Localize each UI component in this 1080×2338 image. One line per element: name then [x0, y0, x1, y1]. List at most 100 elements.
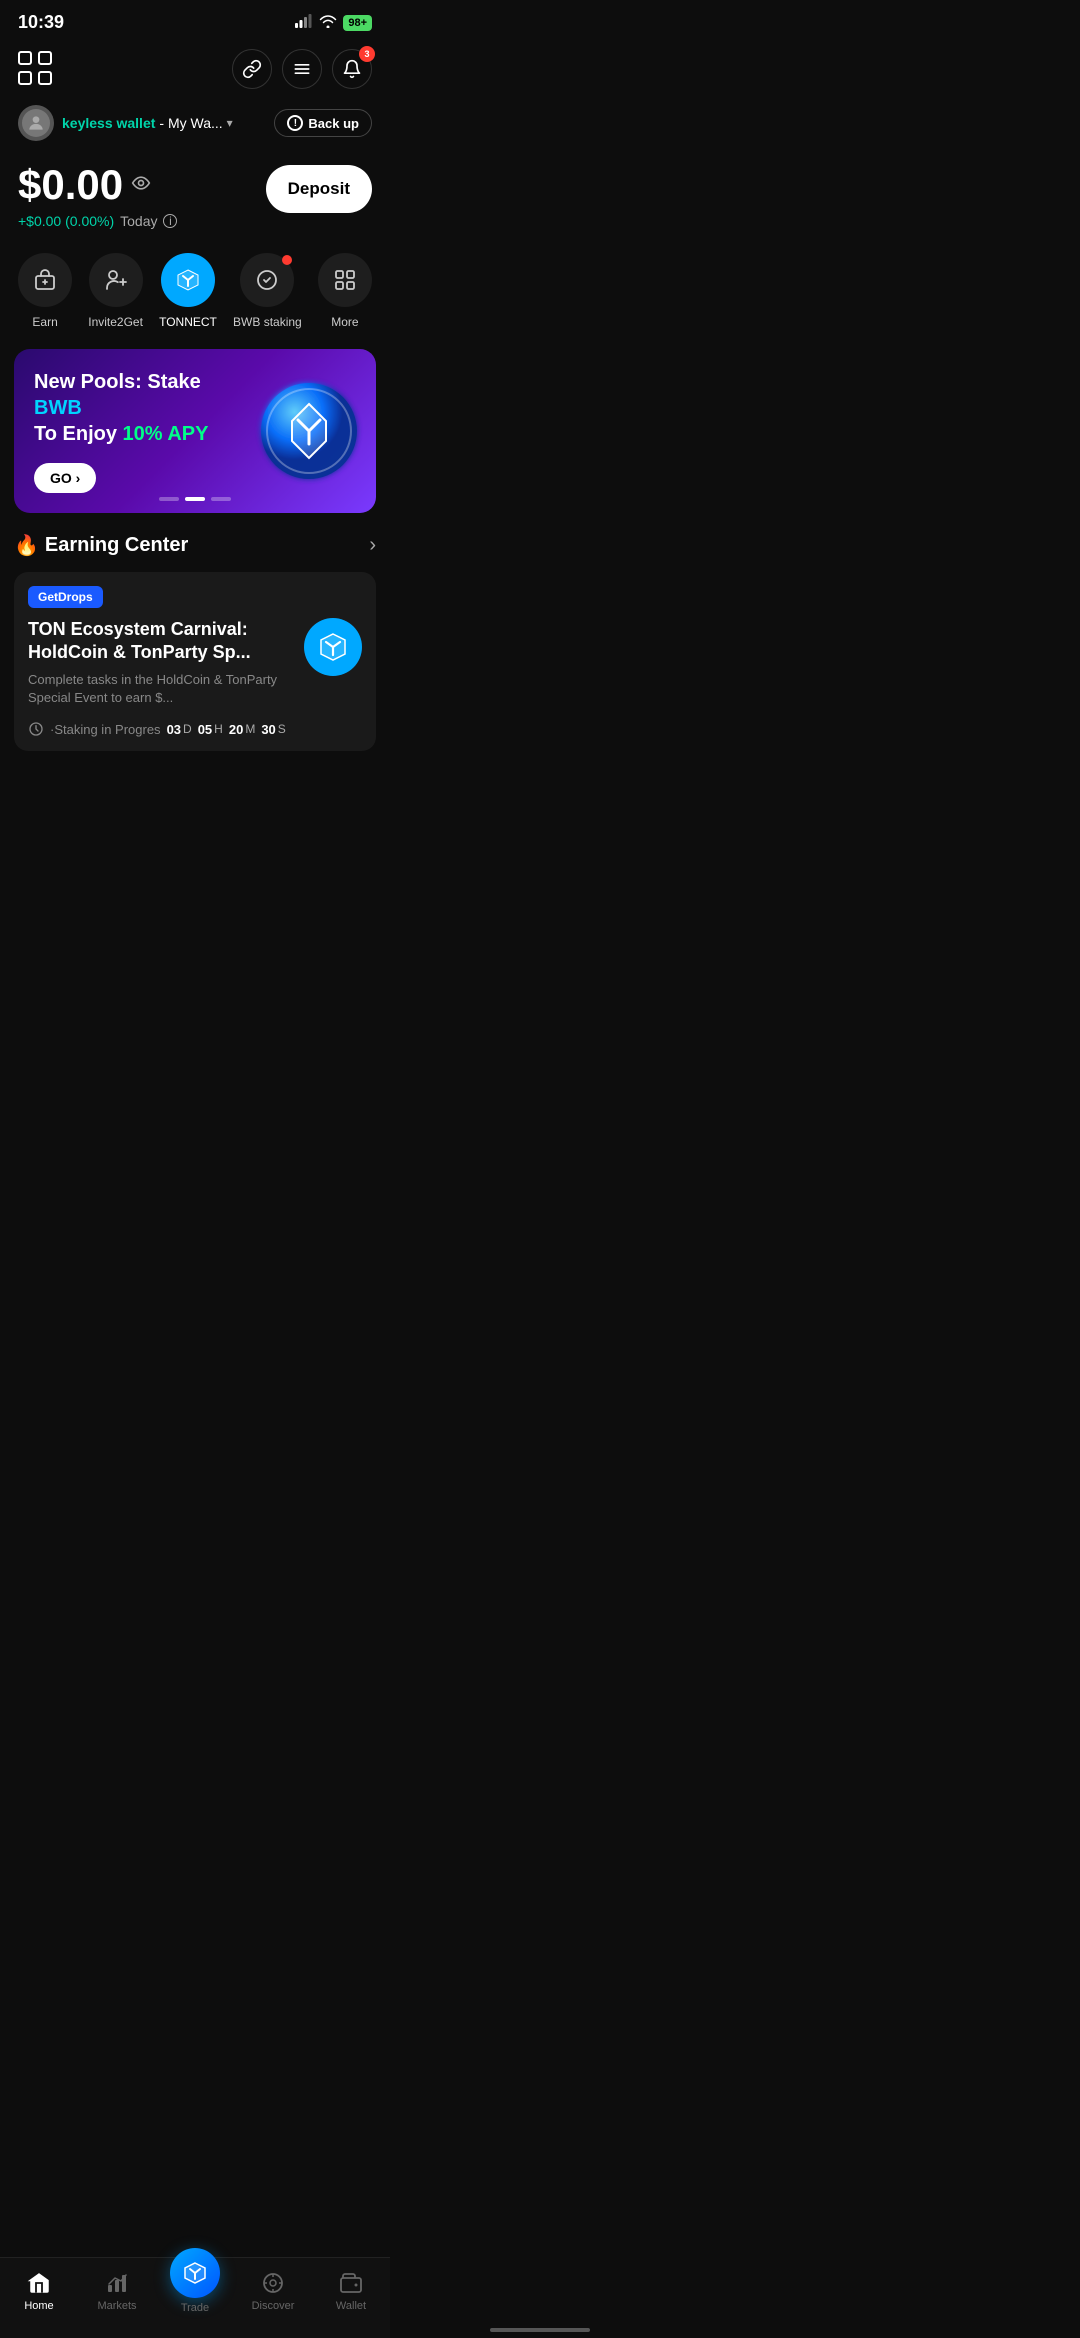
battery-badge: 98+ — [343, 15, 372, 31]
notification-badge: 3 — [359, 46, 375, 62]
action-more-label: More — [331, 315, 358, 329]
balance-amount: $0.00 — [18, 161, 177, 209]
nav-wallet-label: Wallet — [336, 2300, 366, 2312]
backup-label: Back up — [308, 116, 359, 131]
wallet-avatar — [18, 105, 54, 141]
card-footer: ·Staking in Progres 03 D 05 H 20 M 30 S — [28, 721, 362, 737]
earn-card[interactable]: GetDrops TON Ecosystem Carnival: HoldCoi… — [14, 572, 376, 751]
banner-dot-3 — [211, 497, 231, 501]
action-bwb-staking-label: BWB staking — [233, 315, 302, 329]
balance-section: $0.00 +$0.00 (0.00%) Today i Deposit — [0, 153, 390, 245]
nav-markets-label: Markets — [97, 2300, 136, 2312]
wallet-icon — [338, 2270, 364, 2296]
wallet-name: keyless wallet - My Wa... ▾ — [62, 115, 233, 131]
bwb-staking-dot — [282, 255, 292, 265]
wallet-row: keyless wallet - My Wa... ▾ ! Back up — [0, 101, 390, 153]
notification-button[interactable]: 3 — [332, 49, 372, 89]
markets-icon — [104, 2270, 130, 2296]
home-indicator — [490, 2328, 590, 2332]
card-footer-prefix: ·Staking in Progres — [50, 722, 161, 737]
action-invite2get-label: Invite2Get — [88, 315, 143, 329]
card-icon-circle — [304, 618, 362, 676]
banner[interactable]: New Pools: Stake BWB To Enjoy 10% APY GO… — [14, 349, 376, 513]
action-more-circle — [318, 253, 372, 307]
quick-actions: Earn Invite2Get TONNECT — [0, 245, 390, 345]
card-text-area: TON Ecosystem Carnival: HoldCoin & TonPa… — [28, 618, 294, 707]
countdown-hours-label: H — [214, 722, 223, 736]
countdown-days-label: D — [183, 722, 192, 736]
action-tonnect[interactable]: TONNECT — [159, 253, 217, 329]
banner-go-button[interactable]: GO › — [34, 463, 96, 493]
apps-icon[interactable] — [18, 51, 54, 87]
banner-coin — [254, 376, 364, 486]
earning-center-header: 🔥 Earning Center › — [14, 533, 376, 558]
countdown-seconds-label: S — [278, 722, 286, 736]
action-invite2get-circle — [89, 253, 143, 307]
nav-home-label: Home — [24, 2300, 53, 2312]
earning-center-title: 🔥 Earning Center — [14, 533, 188, 558]
balance-left: $0.00 +$0.00 (0.00%) Today i — [18, 161, 177, 229]
banner-title-line2: To Enjoy — [34, 423, 123, 445]
card-content: TON Ecosystem Carnival: HoldCoin & TonPa… — [28, 618, 362, 707]
action-more[interactable]: More — [318, 253, 372, 329]
earning-center-chevron[interactable]: › — [369, 534, 376, 557]
nav-trade-label: Trade — [181, 2302, 209, 2314]
home-icon — [26, 2270, 52, 2296]
countdown-hours: 05 H — [198, 722, 223, 737]
action-tonnect-circle — [161, 253, 215, 307]
balance-change: +$0.00 (0.00%) Today i — [18, 213, 177, 229]
wallet-avatar-inner — [22, 109, 50, 137]
today-label: Today — [120, 213, 157, 229]
balance-change-value: +$0.00 (0.00%) — [18, 213, 114, 229]
eye-icon[interactable] — [131, 173, 151, 198]
action-earn[interactable]: Earn — [18, 253, 72, 329]
action-invite2get[interactable]: Invite2Get — [88, 253, 143, 329]
countdown-minutes-label: M — [245, 722, 255, 736]
earning-center: 🔥 Earning Center › GetDrops TON Ecosyste… — [0, 533, 390, 763]
wallet-name-green: keyless wallet — [62, 115, 155, 131]
warning-icon: ! — [287, 115, 303, 131]
signal-icon — [295, 14, 313, 31]
wallet-left[interactable]: keyless wallet - My Wa... ▾ — [18, 105, 233, 141]
clock-icon — [28, 721, 44, 737]
countdown-hours-num: 05 — [198, 722, 212, 737]
action-bwb-staking-circle — [240, 253, 294, 307]
deposit-button[interactable]: Deposit — [266, 165, 372, 213]
banner-dot-1 — [159, 497, 179, 501]
nav-wallet[interactable]: Wallet — [312, 2270, 390, 2312]
backup-button[interactable]: ! Back up — [274, 109, 372, 137]
banner-text: New Pools: Stake BWB To Enjoy 10% APY GO… — [34, 369, 211, 493]
status-bar: 10:39 98+ — [0, 0, 390, 41]
menu-button[interactable] — [282, 49, 322, 89]
banner-title-line1: New Pools: Stake — [34, 371, 201, 393]
countdown: 03 D 05 H 20 M 30 S — [167, 722, 286, 737]
nav-discover-label: Discover — [252, 2300, 295, 2312]
action-bwb-staking[interactable]: BWB staking — [233, 253, 302, 329]
card-badge: GetDrops — [28, 586, 103, 608]
wallet-chevron: ▾ — [227, 116, 233, 130]
nav-discover[interactable]: Discover — [234, 2270, 312, 2312]
nav-trade[interactable]: Trade — [156, 2268, 234, 2314]
countdown-days-num: 03 — [167, 722, 181, 737]
nav-home[interactable]: Home — [0, 2270, 78, 2312]
wallet-name-suffix: - My Wa... — [159, 115, 222, 131]
balance-value: $0.00 — [18, 161, 123, 209]
wifi-icon — [319, 15, 337, 31]
countdown-minutes-num: 20 — [229, 722, 243, 737]
apps-icon-dot — [38, 51, 52, 65]
action-tonnect-label: TONNECT — [159, 315, 217, 329]
status-icons: 98+ — [295, 14, 372, 31]
countdown-seconds: 30 S — [261, 722, 285, 737]
link-button[interactable] — [232, 49, 272, 89]
action-earn-circle — [18, 253, 72, 307]
banner-highlight-apy: 10% APY — [123, 423, 209, 445]
countdown-seconds-num: 30 — [261, 722, 275, 737]
banner-dots — [159, 497, 231, 501]
apps-icon-dot — [18, 51, 32, 65]
discover-icon — [260, 2270, 286, 2296]
trade-icon — [170, 2248, 220, 2298]
info-icon: i — [163, 214, 177, 228]
nav-markets[interactable]: Markets — [78, 2270, 156, 2312]
countdown-days: 03 D — [167, 722, 192, 737]
earning-center-title-text: Earning Center — [45, 534, 188, 557]
